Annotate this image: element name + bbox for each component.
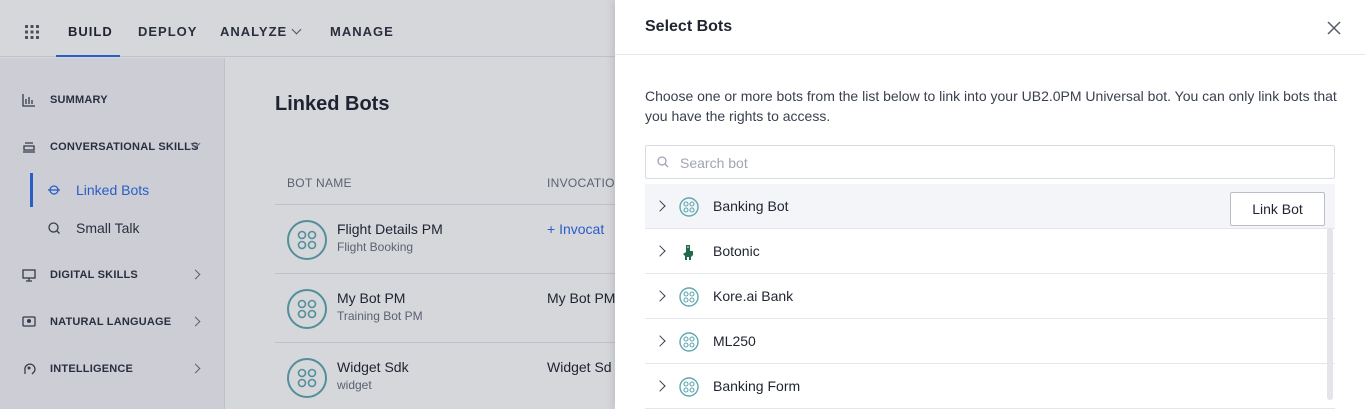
chevron-right-icon[interactable] (654, 245, 666, 257)
bot-name: ML250 (713, 333, 756, 349)
search-icon (657, 156, 669, 168)
list-item[interactable]: Kore.ai Bank (645, 274, 1335, 319)
chevron-right-icon[interactable] (654, 290, 666, 302)
bot-icon (679, 332, 699, 352)
bot-list: Banking Bot Link Bot Botonic Kore.ai Ban… (645, 184, 1335, 409)
bot-icon (679, 197, 699, 217)
chevron-right-icon[interactable] (654, 380, 666, 392)
bot-icon (679, 287, 699, 307)
select-bots-panel: Select Bots Choose one or more bots from… (615, 0, 1365, 409)
chevron-right-icon[interactable] (654, 200, 666, 212)
search-box[interactable] (645, 145, 1335, 179)
panel-header: Select Bots (615, 0, 1365, 55)
list-item[interactable]: Botonic (645, 229, 1335, 274)
panel-title: Select Bots (645, 18, 733, 35)
list-item[interactable]: Banking Form (645, 364, 1335, 409)
link-bot-button[interactable]: Link Bot (1230, 192, 1325, 226)
bot-name: Banking Form (713, 378, 801, 394)
list-item[interactable]: ML250 (645, 319, 1335, 364)
panel-description: Choose one or more bots from the list be… (645, 88, 1337, 124)
chevron-right-icon[interactable] (654, 335, 666, 347)
list-scrollbar[interactable] (1327, 228, 1333, 400)
bot-name: Banking Bot (713, 198, 789, 214)
close-icon[interactable] (1325, 19, 1343, 37)
modal-backdrop[interactable] (0, 0, 615, 409)
bot-name: Kore.ai Bank (713, 288, 794, 304)
search-input[interactable] (680, 152, 1320, 174)
list-item[interactable]: Banking Bot Link Bot (645, 184, 1335, 229)
bot-name: Botonic (713, 243, 760, 259)
bot-icon (679, 377, 699, 397)
dino-icon (683, 245, 693, 260)
